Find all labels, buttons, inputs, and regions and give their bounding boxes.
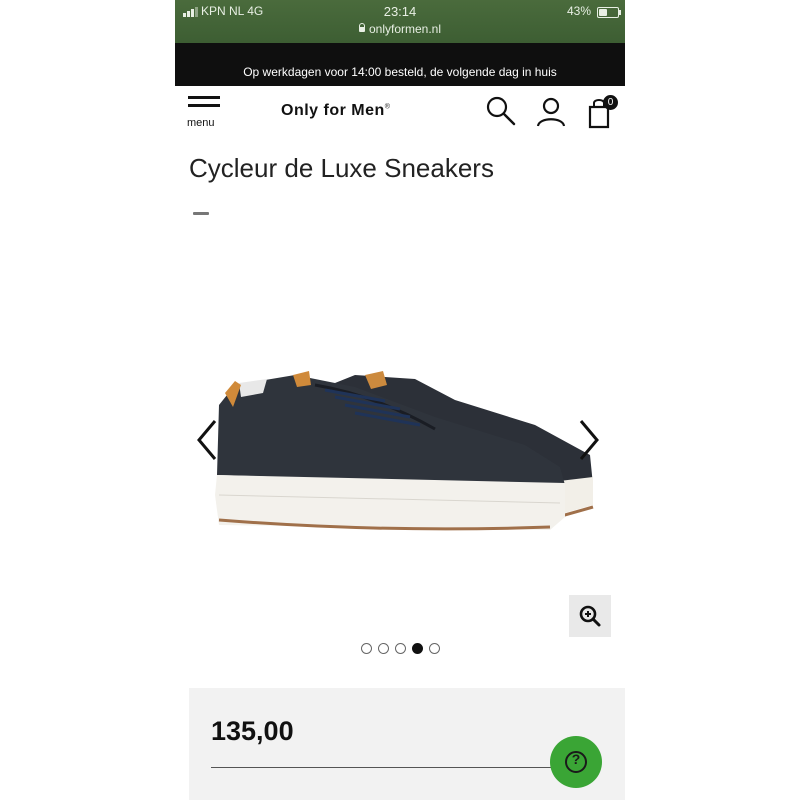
product-image-gallery[interactable] xyxy=(175,245,625,665)
mobile-browser: KPN NL 4G 23:14 43% onlyformen.nl Op wer… xyxy=(175,0,625,800)
address-bar[interactable]: onlyformen.nl xyxy=(175,22,625,36)
site-header: menu Only for Men® 0 xyxy=(175,86,625,136)
help-button[interactable]: ? xyxy=(550,736,602,788)
product-title: Cycleur de Luxe Sneakers xyxy=(189,153,494,183)
pagination-dot[interactable] xyxy=(394,643,406,654)
search-button[interactable] xyxy=(483,94,519,130)
cart-button[interactable]: 0 xyxy=(583,94,619,130)
previous-image-button[interactable] xyxy=(191,415,227,465)
menu-button[interactable]: menu xyxy=(185,96,225,132)
product-price: 135,00 xyxy=(211,716,294,746)
battery-percentage: 43% xyxy=(566,4,591,18)
divider xyxy=(211,767,571,768)
user-icon xyxy=(536,97,566,127)
pagination-dot[interactable] xyxy=(428,643,440,654)
image-pagination xyxy=(175,643,625,654)
account-button[interactable] xyxy=(533,94,569,130)
url-text: onlyformen.nl xyxy=(368,22,442,36)
search-icon xyxy=(486,96,516,126)
pagination-dot[interactable] xyxy=(360,643,372,654)
product-image xyxy=(215,371,594,531)
lock-icon xyxy=(358,23,365,32)
clock: 23:14 xyxy=(383,4,417,19)
menu-label: menu xyxy=(187,117,215,129)
logo-text: Only for Men xyxy=(281,102,385,119)
cart-count-badge: 0 xyxy=(603,95,618,110)
chevron-left-icon xyxy=(197,420,217,460)
site-logo[interactable]: Only for Men® xyxy=(281,102,390,120)
pagination-dot[interactable] xyxy=(377,643,389,654)
next-image-button[interactable] xyxy=(573,415,609,465)
promo-banner: Op werkdagen voor 14:00 besteld, de volg… xyxy=(175,43,625,86)
pagination-dot[interactable] xyxy=(411,643,423,654)
status-bar: KPN NL 4G 23:14 43% onlyformen.nl xyxy=(175,0,625,43)
zoom-in-icon xyxy=(579,605,601,627)
chevron-right-icon xyxy=(579,420,599,460)
battery-icon xyxy=(597,7,621,18)
zoom-button[interactable] xyxy=(569,595,611,637)
brand-logo xyxy=(193,212,209,215)
registered-mark: ® xyxy=(384,103,391,111)
